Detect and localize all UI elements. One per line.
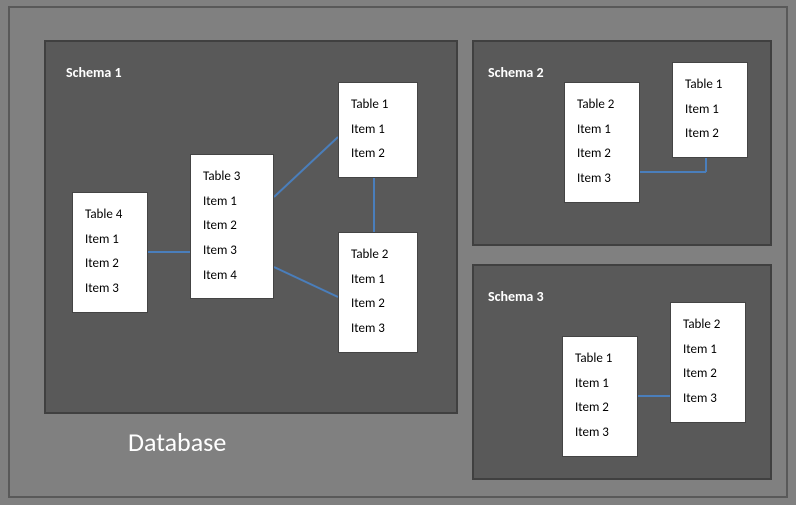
- table-4-item: Item 3: [85, 277, 135, 302]
- edge-t3-t2: [274, 267, 338, 297]
- table-2-item: Item 1: [351, 268, 405, 293]
- database-frame: Schema 1 Table 4 Item 1 Item 2 Item 3 Ta…: [8, 6, 788, 498]
- s3-table-2: Table 2 Item 1 Item 2 Item 3: [670, 302, 746, 423]
- s2-table-1-item: Item 1: [685, 98, 735, 123]
- schema-3-title: Schema 3: [488, 288, 544, 305]
- s2-table-2-item: Item 2: [577, 142, 627, 167]
- s2-table-2-item: Item 3: [577, 167, 627, 192]
- table-2: Table 2 Item 1 Item 2 Item 3: [338, 232, 418, 353]
- table-4: Table 4 Item 1 Item 2 Item 3: [72, 192, 148, 313]
- schema-2-title: Schema 2: [488, 64, 544, 81]
- table-3: Table 3 Item 1 Item 2 Item 3 Item 4: [190, 154, 274, 299]
- s3-table-1-item: Item 3: [575, 421, 625, 446]
- table-1-item: Item 2: [351, 142, 405, 167]
- table-3-item: Item 4: [203, 264, 261, 289]
- s2-table-2: Table 2 Item 1 Item 2 Item 3: [564, 82, 640, 203]
- table-2-name: Table 2: [351, 243, 405, 268]
- s3-table-1-name: Table 1: [575, 347, 625, 372]
- table-3-item: Item 2: [203, 214, 261, 239]
- s3-table-2-item: Item 3: [683, 387, 733, 412]
- table-3-name: Table 3: [203, 165, 261, 190]
- table-1: Table 1 Item 1 Item 2: [338, 82, 418, 178]
- table-4-name: Table 4: [85, 203, 135, 228]
- table-2-item: Item 3: [351, 317, 405, 342]
- edge-t3-t1: [274, 137, 338, 197]
- s3-table-1-item: Item 2: [575, 396, 625, 421]
- table-2-item: Item 2: [351, 292, 405, 317]
- s3-table-2-item: Item 1: [683, 338, 733, 363]
- s3-table-2-name: Table 2: [683, 313, 733, 338]
- table-1-item: Item 1: [351, 118, 405, 143]
- table-3-item: Item 1: [203, 190, 261, 215]
- s3-table-1-item: Item 1: [575, 372, 625, 397]
- s2-table-1: Table 1 Item 1 Item 2: [672, 62, 748, 158]
- database-label: Database: [128, 426, 226, 458]
- table-4-item: Item 1: [85, 228, 135, 253]
- schema-1-title: Schema 1: [66, 64, 122, 81]
- table-3-item: Item 3: [203, 239, 261, 264]
- s2-table-2-name: Table 2: [577, 93, 627, 118]
- s2-table-2-item: Item 1: [577, 118, 627, 143]
- s2-table-1-item: Item 2: [685, 122, 735, 147]
- s3-table-1: Table 1 Item 1 Item 2 Item 3: [562, 336, 638, 457]
- s2-table-1-name: Table 1: [685, 73, 735, 98]
- schema-1: Schema 1 Table 4 Item 1 Item 2 Item 3 Ta…: [44, 40, 458, 414]
- schema-2: Schema 2 Table 2 Item 1 Item 2 Item 3 Ta…: [472, 40, 772, 246]
- table-1-name: Table 1: [351, 93, 405, 118]
- s3-table-2-item: Item 2: [683, 362, 733, 387]
- schema-3: Schema 3 Table 1 Item 1 Item 2 Item 3 Ta…: [472, 264, 772, 480]
- table-4-item: Item 2: [85, 252, 135, 277]
